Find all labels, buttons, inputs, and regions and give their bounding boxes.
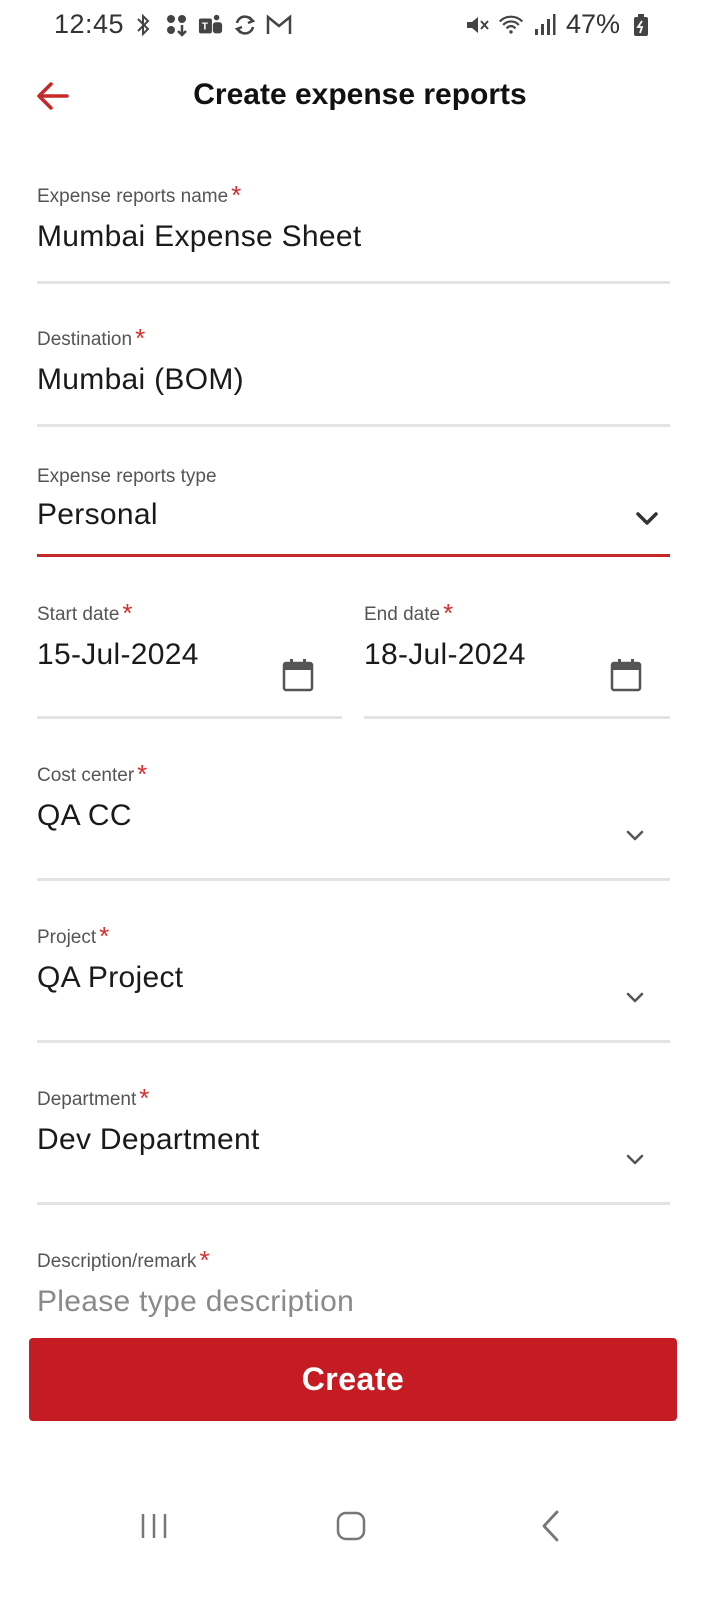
expense-type-dropdown[interactable]: Expense reports type Personal	[37, 466, 670, 560]
project-underline	[37, 1040, 670, 1043]
chevron-down-icon[interactable]	[620, 1145, 650, 1175]
end-date-underline	[364, 716, 670, 719]
description-field[interactable]: Description/remark * Please type descrip…	[37, 1251, 670, 1335]
cost-center-label: Cost center *	[37, 759, 670, 789]
end-date-label: End date *	[364, 598, 670, 628]
destination-label: Destination *	[37, 323, 670, 353]
department-value[interactable]: Dev Department	[37, 1123, 670, 1157]
status-time: 12:45	[54, 9, 125, 39]
expense-type-label-text: Expense reports type	[37, 466, 217, 487]
required-asterisk: *	[443, 598, 454, 628]
home-icon	[336, 1511, 366, 1541]
department-label-text: Department	[37, 1089, 137, 1110]
expense-name-underline	[37, 281, 670, 284]
expense-type-value[interactable]: Personal	[37, 498, 670, 532]
calendar-icon[interactable]	[282, 658, 314, 692]
battery-icon	[628, 12, 654, 38]
expense-name-label-text: Expense reports name	[37, 186, 229, 207]
status-notification-icons: T	[130, 12, 292, 38]
start-date-label-text: Start date	[37, 604, 120, 625]
start-date-field[interactable]: Start date * 15-Jul-2024	[37, 598, 342, 722]
required-asterisk: *	[99, 921, 110, 951]
expense-name-input[interactable]: Mumbai Expense Sheet	[37, 220, 670, 254]
app-bar: Create expense reports	[0, 62, 720, 132]
status-bar: 12:45 T 47%	[0, 0, 720, 52]
chevron-down-icon[interactable]	[632, 504, 662, 534]
description-label: Description/remark *	[37, 1251, 670, 1273]
project-label: Project *	[37, 921, 670, 951]
required-asterisk: *	[135, 323, 146, 353]
cost-center-label-text: Cost center	[37, 765, 135, 786]
system-nav-bar	[0, 1488, 720, 1560]
destination-field[interactable]: Destination * Mumbai (BOM)	[37, 323, 670, 429]
expense-name-field[interactable]: Expense reports name * Mumbai Expense Sh…	[37, 180, 670, 286]
project-value[interactable]: QA Project	[37, 961, 670, 995]
start-date-label: Start date *	[37, 598, 342, 628]
sync-icon	[232, 12, 258, 38]
create-button-label: Create	[301, 1361, 405, 1397]
chevron-down-icon[interactable]	[620, 821, 650, 851]
destination-label-text: Destination	[37, 329, 133, 350]
bluetooth-icon	[130, 12, 156, 38]
battery-percent: 47%	[565, 9, 620, 39]
project-dropdown[interactable]: Project * QA Project	[37, 921, 670, 1045]
cost-center-value[interactable]: QA CC	[37, 799, 670, 833]
start-date-underline	[37, 716, 342, 719]
required-asterisk: *	[122, 598, 133, 628]
signal-icon	[532, 12, 558, 38]
description-label-text: Description/remark	[37, 1251, 197, 1272]
mute-icon	[464, 12, 490, 38]
cost-center-dropdown[interactable]: Cost center * QA CC	[37, 759, 670, 883]
department-label: Department *	[37, 1083, 670, 1113]
required-asterisk: *	[199, 1251, 210, 1275]
recents-icon	[141, 1514, 167, 1538]
status-system-icons: 47%	[464, 9, 654, 40]
svg-text:T: T	[202, 22, 209, 33]
expense-name-label: Expense reports name *	[37, 180, 670, 210]
description-input[interactable]: Please type description	[37, 1285, 670, 1319]
end-date-field[interactable]: End date * 18-Jul-2024	[364, 598, 670, 722]
department-dropdown[interactable]: Department * Dev Department	[37, 1083, 670, 1207]
expense-type-label: Expense reports type	[37, 466, 670, 488]
destination-input[interactable]: Mumbai (BOM)	[37, 363, 670, 397]
create-button[interactable]: Create	[29, 1338, 677, 1421]
cost-center-underline	[37, 878, 670, 881]
teams-icon: T	[198, 12, 224, 38]
wifi-icon	[498, 12, 524, 38]
expense-type-underline	[37, 554, 670, 557]
required-asterisk: *	[139, 1083, 150, 1113]
destination-underline	[37, 424, 670, 427]
project-label-text: Project	[37, 927, 97, 948]
required-asterisk: *	[137, 759, 148, 789]
calendar-icon[interactable]	[610, 658, 642, 692]
required-asterisk: *	[231, 180, 242, 210]
chevron-down-icon[interactable]	[620, 983, 650, 1013]
gmail-icon	[266, 12, 292, 38]
end-date-label-text: End date	[364, 604, 441, 625]
apps-icon	[164, 12, 190, 38]
home-button[interactable]	[321, 1506, 381, 1546]
department-underline	[37, 1202, 670, 1205]
page-title: Create expense reports	[193, 78, 527, 111]
nav-back-button[interactable]	[520, 1506, 580, 1546]
recents-button[interactable]	[124, 1506, 184, 1546]
back-chevron-icon	[542, 1510, 559, 1542]
